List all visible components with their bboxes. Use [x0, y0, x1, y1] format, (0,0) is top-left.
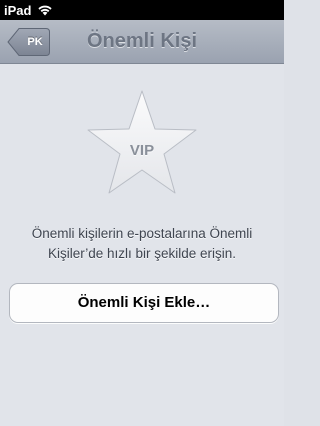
- carrier-label: iPad: [4, 2, 32, 18]
- navigation-bar: PK Önemli Kişi: [0, 20, 284, 64]
- add-vip-button[interactable]: Önemli Kişi Ekle…: [9, 283, 279, 323]
- vip-badge-text: VIP: [129, 142, 155, 159]
- wifi-icon: [37, 4, 53, 16]
- page-title: Önemli Kişi: [86, 30, 198, 52]
- status-bar: iPad: [0, 0, 284, 20]
- vip-description: Önemli kişilerin e-postalarına Önemli Ki…: [31, 226, 253, 261]
- main-content: VIP Önemli kişilerin e-postalarına Öneml…: [0, 64, 284, 426]
